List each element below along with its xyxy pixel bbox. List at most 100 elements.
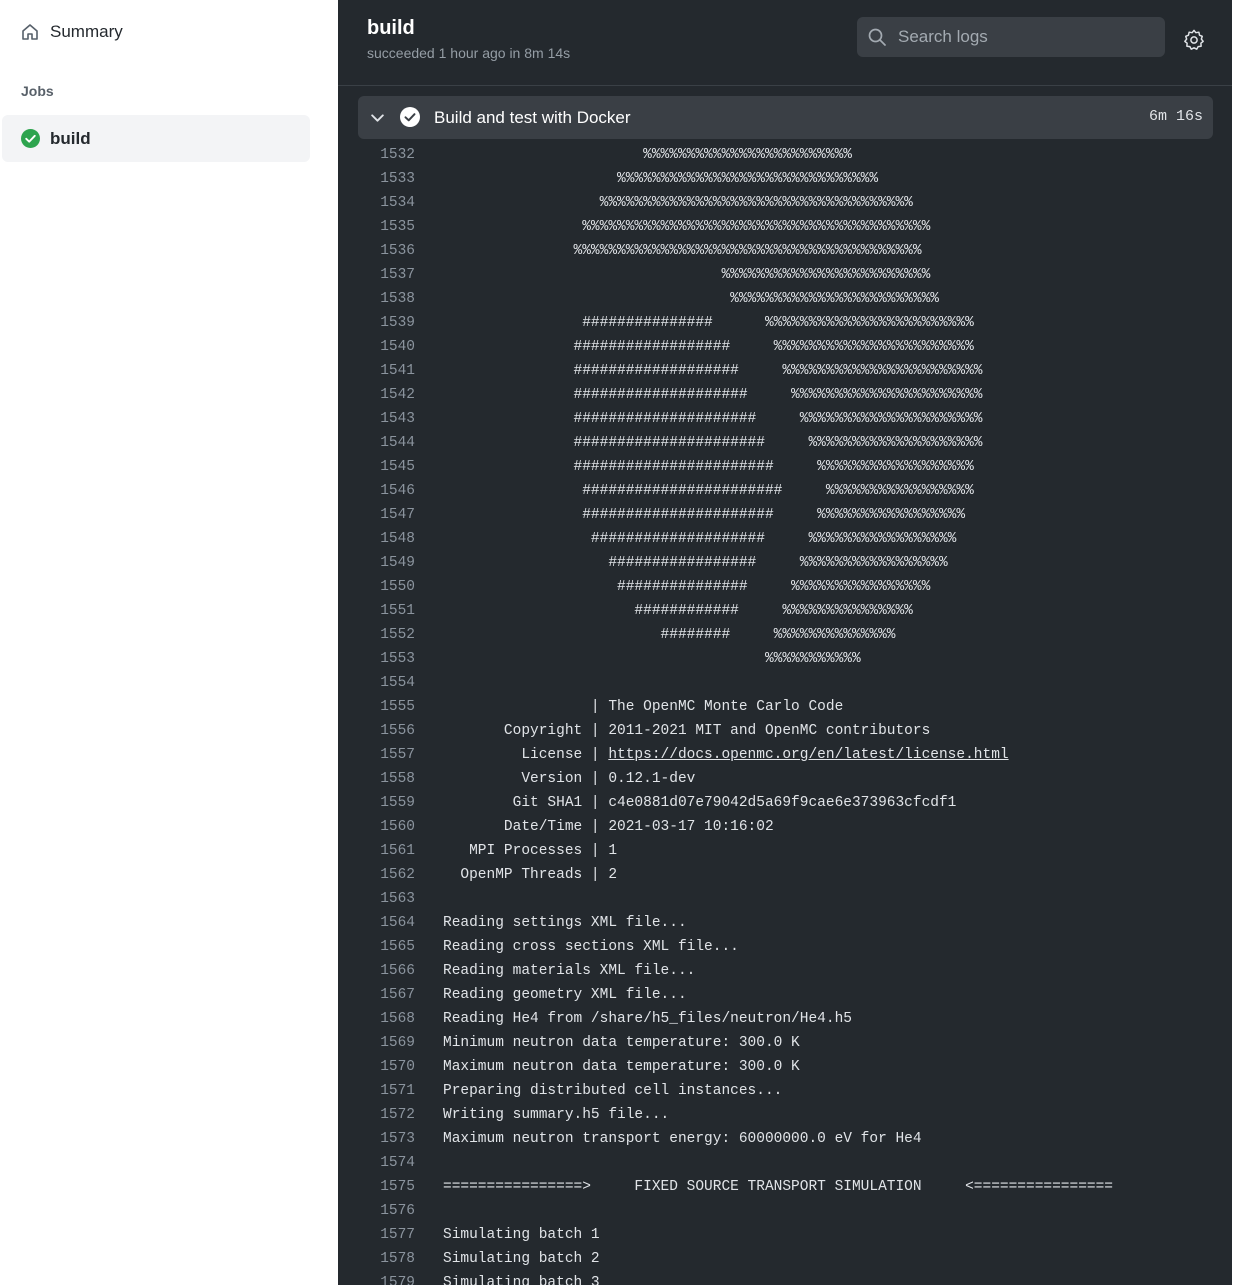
line-number[interactable]: 1540 — [338, 335, 415, 359]
line-number[interactable]: 1569 — [338, 1031, 415, 1055]
line-number[interactable]: 1548 — [338, 527, 415, 551]
line-number[interactable]: 1535 — [338, 215, 415, 239]
line-number[interactable]: 1534 — [338, 191, 415, 215]
log-text: ############ %%%%%%%%%%%%%%% — [443, 603, 913, 619]
log-line: 1563 — [338, 887, 1232, 911]
line-number[interactable]: 1545 — [338, 455, 415, 479]
log-text: Maximum neutron data temperature: 300.0 … — [443, 1059, 800, 1075]
line-number[interactable]: 1547 — [338, 503, 415, 527]
line-number[interactable]: 1550 — [338, 575, 415, 599]
log-line: 1540 ################## %%%%%%%%%%%%%%%%… — [338, 335, 1232, 359]
log-line: 1542 #################### %%%%%%%%%%%%%%… — [338, 383, 1232, 407]
summary-label: Summary — [50, 22, 123, 41]
log-text: Reading settings XML file... — [443, 915, 687, 931]
search-icon — [868, 28, 886, 46]
line-number[interactable]: 1565 — [338, 935, 415, 959]
line-number[interactable]: 1562 — [338, 863, 415, 887]
log-line: 1544 ###################### %%%%%%%%%%%%… — [338, 431, 1232, 455]
line-number[interactable]: 1561 — [338, 839, 415, 863]
line-number[interactable]: 1537 — [338, 263, 415, 287]
summary-link[interactable]: Summary — [20, 22, 123, 42]
line-number[interactable]: 1552 — [338, 623, 415, 647]
line-number[interactable]: 1567 — [338, 983, 415, 1007]
line-number[interactable]: 1568 — [338, 1007, 415, 1031]
log-text: %%%%%%%%%%%%%%%%%%%%%%%% — [443, 291, 939, 307]
log-line: 1571 Preparing distributed cell instances… — [338, 1079, 1232, 1103]
log-line: 1573 Maximum neutron transport energy: 60… — [338, 1127, 1232, 1151]
log-text: Copyright | 2011-2021 MIT and OpenMC con… — [443, 723, 931, 739]
log-line: 1576 — [338, 1199, 1232, 1223]
log-text: Maximum neutron transport energy: 600000… — [443, 1131, 922, 1147]
log-text: %%%%%%%%%%% — [443, 651, 861, 667]
line-number[interactable]: 1564 — [338, 911, 415, 935]
log-text: Reading He4 from /share/h5_files/neutron… — [443, 1011, 852, 1027]
log-text: Version | 0.12.1-dev — [443, 771, 696, 787]
step-name: Build and test with Docker — [434, 108, 631, 127]
line-number[interactable]: 1532 — [338, 143, 415, 167]
line-number[interactable]: 1558 — [338, 767, 415, 791]
log-line: 1532 %%%%%%%%%%%%%%%%%%%%%%%% — [338, 143, 1232, 167]
job-label: build — [50, 128, 91, 148]
line-number[interactable]: 1579 — [338, 1271, 415, 1285]
log-text: | The OpenMC Monte Carlo Code — [443, 699, 844, 715]
gear-icon[interactable] — [1183, 29, 1205, 51]
line-number[interactable]: 1563 — [338, 887, 415, 911]
line-number[interactable]: 1553 — [338, 647, 415, 671]
line-number[interactable]: 1566 — [338, 959, 415, 983]
log-line: 1558 Version | 0.12.1-dev — [338, 767, 1232, 791]
log-line: 1575 ================> FIXED SOURCE TRANS… — [338, 1175, 1232, 1199]
line-number[interactable]: 1576 — [338, 1199, 415, 1223]
log-text: #################### %%%%%%%%%%%%%%%%%%%… — [443, 387, 983, 403]
log-text: Reading geometry XML file... — [443, 987, 687, 1003]
line-number[interactable]: 1543 — [338, 407, 415, 431]
step-header[interactable]: Build and test with Docker 6m 16s — [358, 96, 1213, 139]
line-number[interactable]: 1554 — [338, 671, 415, 695]
line-number[interactable]: 1577 — [338, 1223, 415, 1247]
log-text: ############### %%%%%%%%%%%%%%%% — [443, 579, 931, 595]
line-number[interactable]: 1575 — [338, 1175, 415, 1199]
line-number[interactable]: 1578 — [338, 1247, 415, 1271]
search-logs-input[interactable] — [896, 26, 1150, 48]
log-line: 1550 ############### %%%%%%%%%%%%%%%% — [338, 575, 1232, 599]
line-number[interactable]: 1551 — [338, 599, 415, 623]
log-text: Reading materials XML file... — [443, 963, 696, 979]
log-line: 1572 Writing summary.h5 file... — [338, 1103, 1232, 1127]
license-link[interactable]: https://docs.openmc.org/en/latest/licens… — [608, 747, 1008, 763]
chevron-down-icon[interactable] — [369, 109, 386, 126]
line-number[interactable]: 1555 — [338, 695, 415, 719]
line-number[interactable]: 1556 — [338, 719, 415, 743]
log-text: Reading cross sections XML file... — [443, 939, 739, 955]
line-number[interactable]: 1538 — [338, 287, 415, 311]
log-text: Writing summary.h5 file... — [443, 1107, 670, 1123]
log-text: License | https://docs.openmc.org/en/lat… — [443, 747, 1009, 763]
line-number[interactable]: 1559 — [338, 791, 415, 815]
line-number[interactable]: 1544 — [338, 431, 415, 455]
log-text: ######## %%%%%%%%%%%%%% — [443, 627, 896, 643]
line-number[interactable]: 1573 — [338, 1127, 415, 1151]
log-line: 1579 Simulating batch 3 — [338, 1271, 1232, 1285]
line-number[interactable]: 1539 — [338, 311, 415, 335]
line-number[interactable]: 1572 — [338, 1103, 415, 1127]
line-number[interactable]: 1542 — [338, 383, 415, 407]
log-line: 1553 %%%%%%%%%%% — [338, 647, 1232, 671]
log-text: #################### %%%%%%%%%%%%%%%%% — [443, 531, 957, 547]
line-number[interactable]: 1574 — [338, 1151, 415, 1175]
log-line: 1577 Simulating batch 1 — [338, 1223, 1232, 1247]
line-number[interactable]: 1560 — [338, 815, 415, 839]
log-line: 1533 %%%%%%%%%%%%%%%%%%%%%%%%%%%%%% — [338, 167, 1232, 191]
line-number[interactable]: 1533 — [338, 167, 415, 191]
log-line: 1546 ####################### %%%%%%%%%%%… — [338, 479, 1232, 503]
line-number[interactable]: 1536 — [338, 239, 415, 263]
line-number[interactable]: 1541 — [338, 359, 415, 383]
log-text: %%%%%%%%%%%%%%%%%%%%%%%%%%%%%% — [443, 171, 879, 187]
line-number[interactable]: 1557 — [338, 743, 415, 767]
log-text: Minimum neutron data temperature: 300.0 … — [443, 1035, 800, 1051]
line-number[interactable]: 1546 — [338, 479, 415, 503]
line-number[interactable]: 1571 — [338, 1079, 415, 1103]
line-number[interactable]: 1570 — [338, 1055, 415, 1079]
line-number[interactable]: 1549 — [338, 551, 415, 575]
sidebar-job-build[interactable]: build — [2, 115, 310, 162]
log-line: 1568 Reading He4 from /share/h5_files/neu… — [338, 1007, 1232, 1031]
